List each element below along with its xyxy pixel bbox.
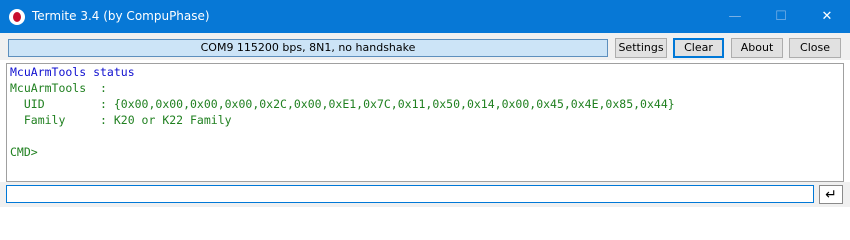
clear-button[interactable]: Clear — [673, 38, 724, 58]
input-bar: ↵ — [0, 182, 850, 207]
terminal-prompt: CMD> — [10, 145, 38, 159]
terminal-line-section: McuArmTools : — [10, 81, 107, 95]
connection-status[interactable]: COM9 115200 bps, 8N1, no handshake — [8, 39, 608, 57]
minimize-icon[interactable]: — — [712, 0, 758, 33]
settings-button[interactable]: Settings — [615, 38, 667, 58]
maximize-icon: ☐ — [775, 9, 787, 24]
close-window-icon[interactable]: ✕ — [804, 0, 850, 33]
terminal-output[interactable]: McuArmTools status McuArmTools : UID : {… — [6, 63, 844, 182]
terminal-line-header: McuArmTools status — [10, 65, 135, 79]
command-input[interactable] — [6, 185, 814, 203]
enter-icon[interactable]: ↵ — [819, 185, 843, 204]
termite-app-icon — [9, 9, 25, 25]
terminal-line-family: Family : K20 or K22 Family — [10, 113, 232, 127]
toolbar: COM9 115200 bps, 8N1, no handshake Setti… — [0, 33, 850, 60]
about-button[interactable]: About — [731, 38, 783, 58]
close-button[interactable]: Close — [789, 38, 841, 58]
window-title: Termite 3.4 (by CompuPhase) — [32, 9, 210, 23]
title-bar: Termite 3.4 (by CompuPhase) — ☐ ✕ — [0, 0, 850, 33]
terminal-line-uid: UID : {0x00,0x00,0x00,0x00,0x2C,0x00,0xE… — [10, 97, 675, 111]
